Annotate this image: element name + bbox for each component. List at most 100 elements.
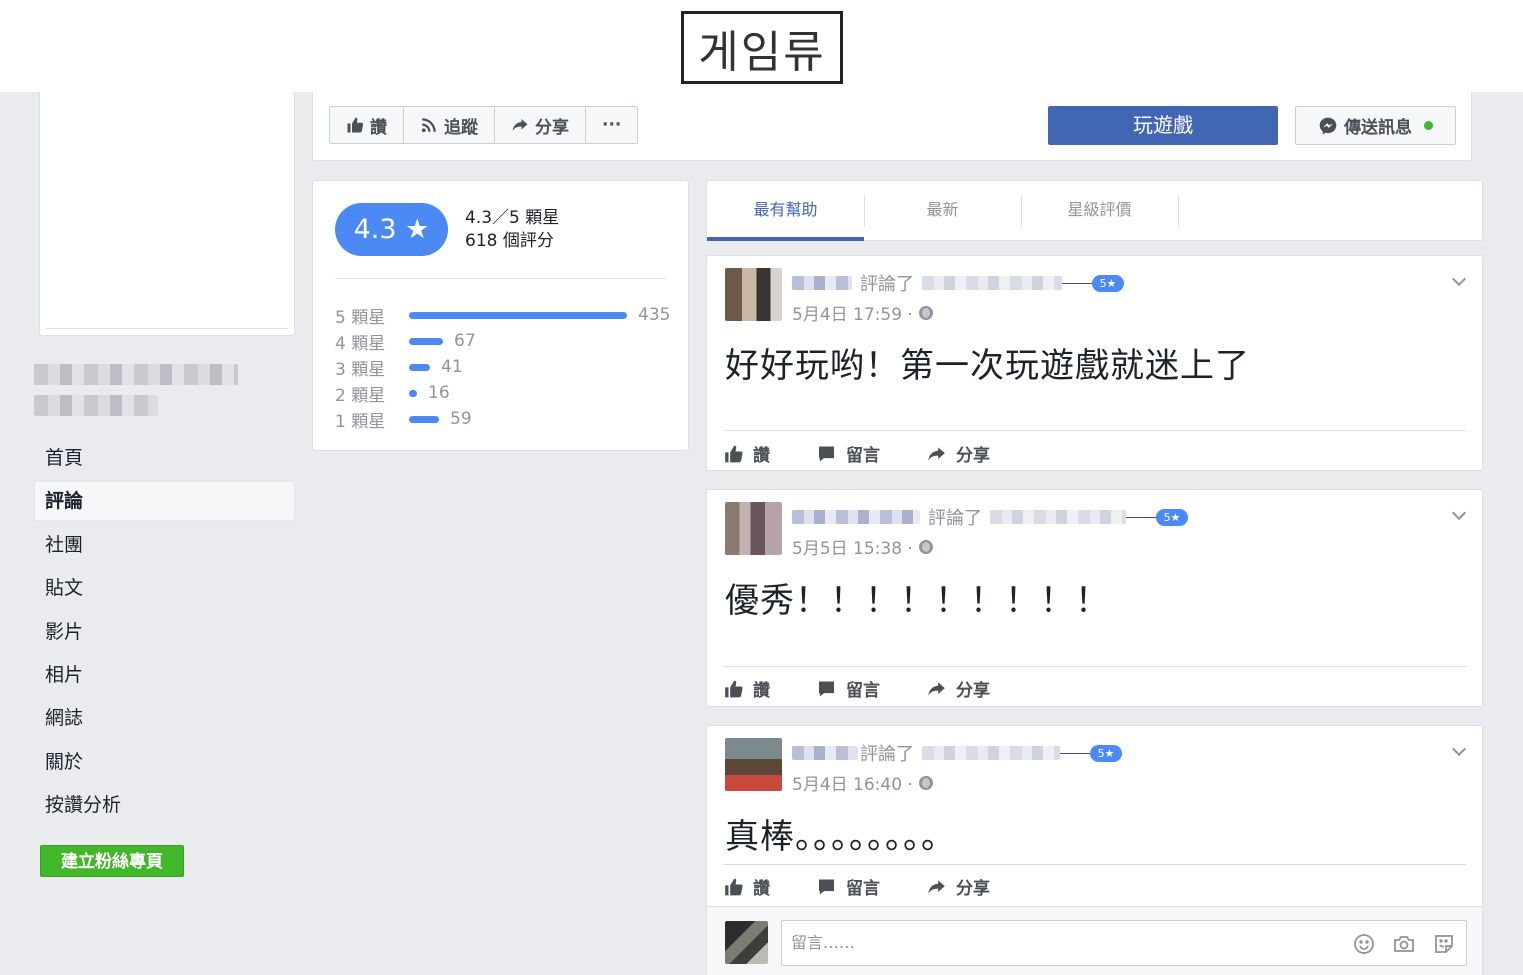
rating-row-count: 435 — [638, 305, 671, 325]
review-timestamp[interactable]: 5月4日 16:40 · — [792, 770, 933, 795]
rating-row-count: 67 — [454, 331, 476, 351]
blurred-reviewer-name[interactable] — [792, 746, 858, 760]
tab-most-helpful[interactable]: 最有幫助 — [707, 181, 864, 241]
chevron-down-icon[interactable] — [1451, 271, 1467, 287]
globe-icon — [918, 305, 933, 320]
play-game-button[interactable]: 玩遊戲 — [1048, 106, 1278, 145]
more-dots-icon: ··· — [602, 115, 622, 135]
sidebar-item-home[interactable]: 首頁 — [34, 438, 295, 478]
send-message-label: 傳送訊息 — [1344, 118, 1412, 138]
comment-input[interactable]: 留言…… — [781, 920, 1467, 966]
thumbs-up-icon — [725, 445, 743, 462]
chevron-down-icon[interactable] — [1451, 741, 1467, 757]
rating-bar — [409, 363, 430, 371]
send-message-button[interactable]: 傳送訊息 — [1295, 106, 1456, 145]
review-text: 真棒。。。。。。。。 — [725, 817, 956, 857]
review-verb: 評論了 — [928, 508, 982, 529]
share-button[interactable]: 分享 — [926, 874, 990, 899]
sidebar-item-groups[interactable]: 社團 — [34, 525, 295, 565]
review-actions: 讚 留言 分享 — [723, 874, 990, 899]
rating-row[interactable]: 2 顆星 16 — [335, 380, 670, 406]
review-tabs: 最有幫助 最新 星級評價 — [706, 180, 1483, 241]
sidebar-item-about[interactable]: 關於 — [34, 742, 295, 782]
rating-row-label: 1 顆星 — [335, 411, 386, 432]
comment-composer: 留言…… — [707, 906, 1482, 975]
rating-row[interactable]: 4 顆星 67 — [335, 328, 670, 354]
review-card: 評論了 5★ 5月4日 16:40 · 真棒。。。。。。。。 讚 留言 分享 留… — [706, 725, 1483, 975]
share-button[interactable]: 分享 — [926, 441, 990, 466]
chevron-down-icon[interactable] — [1451, 505, 1467, 521]
rating-row-count: 41 — [441, 357, 463, 377]
review-text: 好好玩哟！第一次玩遊戲就迷上了 — [725, 346, 1250, 386]
share-button[interactable]: 分享 — [926, 676, 990, 701]
rating-row-label: 4 顆星 — [335, 333, 386, 354]
rating-row[interactable]: 3 顆星 41 — [335, 354, 670, 380]
rating-row[interactable]: 1 顆星 59 — [335, 406, 670, 432]
like-page-label: 讚 — [370, 117, 387, 138]
camera-icon[interactable] — [1392, 932, 1416, 956]
avatar[interactable] — [725, 502, 782, 555]
sidebar-item-videos[interactable]: 影片 — [34, 612, 295, 652]
review-text: 優秀！！！！！！！！！ — [725, 581, 1110, 621]
rating-bar — [409, 389, 417, 397]
comment-tools — [1352, 932, 1456, 956]
sidebar-item-insights[interactable]: 按讚分析 — [34, 785, 295, 825]
like-page-button[interactable]: 讚 — [330, 107, 404, 143]
blurred-page-link[interactable] — [922, 276, 1062, 290]
thumbs-up-icon — [725, 680, 743, 697]
sticker-icon[interactable] — [1432, 932, 1456, 956]
avatar[interactable] — [725, 268, 782, 321]
share-arrow-icon — [928, 879, 945, 894]
like-button[interactable]: 讚 — [723, 676, 770, 701]
more-options-button[interactable]: ··· — [586, 107, 637, 143]
rating-count: 618 個評分 — [465, 231, 554, 251]
page-action-bar: 讚 追蹤 分享 ··· 玩遊戲 傳送訊息 — [312, 92, 1472, 161]
profile-picture-box[interactable] — [39, 92, 295, 336]
globe-icon — [918, 775, 933, 790]
blurred-page-link[interactable] — [922, 746, 1060, 760]
comment-button[interactable]: 留言 — [816, 874, 880, 899]
tab-newest[interactable]: 最新 — [864, 181, 1021, 241]
blurred-page-username — [34, 395, 158, 416]
like-button[interactable]: 讚 — [723, 441, 770, 466]
share-page-button[interactable]: 分享 — [495, 107, 586, 143]
avatar — [725, 921, 768, 964]
emoji-icon[interactable] — [1352, 932, 1376, 956]
review-card: 評論了 5★ 5月5日 15:38 · 優秀！！！！！！！！！ 讚 留言 分享 — [706, 489, 1483, 707]
comment-bubble-icon — [819, 446, 834, 461]
share-page-label: 分享 — [535, 117, 569, 138]
tab-star-rating[interactable]: 星級評價 — [1021, 181, 1178, 241]
sidebar-item-posts[interactable]: 貼文 — [34, 568, 295, 608]
rating-score-badge: 4.3 ★ — [335, 203, 448, 256]
watermark-label: 게임류 — [681, 11, 843, 84]
review-timestamp[interactable]: 5月5日 15:38 · — [792, 534, 933, 559]
rating-summary-card: 4.3 ★ 4.3／5 顆星 618 個評分 5 顆星 435 4 顆星 67 3 顆星… — [312, 180, 689, 451]
follow-label: 追蹤 — [444, 117, 478, 138]
blurred-reviewer-name[interactable] — [792, 510, 920, 524]
sidebar-item-notes[interactable]: 網誌 — [34, 698, 295, 738]
blurred-page-link[interactable] — [990, 510, 1126, 524]
rating-summary-text: 4.3／5 顆星 618 個評分 — [465, 207, 559, 253]
sidebar-item-reviews[interactable]: 評論 — [34, 481, 295, 522]
star-rating-badge: 5★ — [1092, 274, 1124, 292]
rating-row[interactable]: 5 顆星 435 — [335, 302, 670, 328]
comment-button[interactable]: 留言 — [816, 441, 880, 466]
rating-bar — [409, 415, 439, 423]
rating-out-of-five: 4.3／5 顆星 — [465, 208, 560, 228]
star-rating-badge: 5★ — [1090, 744, 1122, 762]
avatar[interactable] — [725, 738, 782, 791]
review-verb: 評論了 — [860, 274, 914, 295]
blurred-page-name — [34, 364, 238, 385]
sidebar-item-photos[interactable]: 相片 — [34, 655, 295, 695]
messenger-icon — [1319, 117, 1337, 134]
blurred-reviewer-name[interactable] — [792, 276, 852, 290]
rating-row-label: 5 顆星 — [335, 307, 386, 328]
follow-button[interactable]: 追蹤 — [404, 107, 495, 143]
create-page-button[interactable]: 建立粉絲專頁 — [40, 845, 184, 877]
comment-placeholder: 留言…… — [791, 933, 856, 952]
review-header: 評論了 5★ — [792, 506, 1188, 529]
review-timestamp[interactable]: 5月4日 17:59 · — [792, 300, 933, 325]
comment-button[interactable]: 留言 — [816, 676, 880, 701]
like-button[interactable]: 讚 — [723, 874, 770, 899]
thumbs-up-icon — [725, 878, 743, 895]
